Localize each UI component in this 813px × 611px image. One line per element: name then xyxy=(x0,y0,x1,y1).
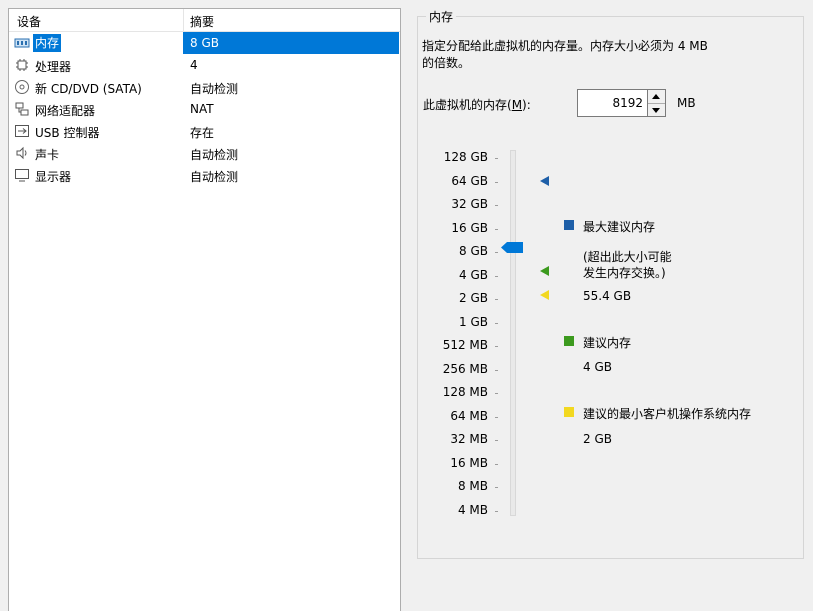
device-row-display[interactable]: 显示器 自动检测 xyxy=(9,164,400,186)
scale-tick xyxy=(495,487,498,489)
device-summary: 自动检测 xyxy=(190,148,239,162)
scale-label: 512 MB xyxy=(442,338,488,353)
memory-slider-thumb[interactable] xyxy=(501,242,523,253)
recommended-legend-icon xyxy=(564,336,574,346)
device-name: 显示器 xyxy=(35,170,72,184)
max-recommended-note-line1: (超出此大小可能 xyxy=(583,250,672,264)
scale-label: 128 GB xyxy=(443,150,488,164)
memory-description-line2: 的倍数。 xyxy=(422,56,471,70)
scale-tick xyxy=(495,416,498,418)
max-recommended-legend-icon xyxy=(564,220,574,230)
device-summary: 4 xyxy=(190,58,198,72)
scale-tick xyxy=(495,322,498,324)
device-summary: 自动检测 xyxy=(190,82,239,96)
device-row-memory[interactable]: 内存 8 GB xyxy=(9,32,400,54)
arrow-up-icon xyxy=(652,94,660,99)
scale-tick xyxy=(495,181,498,183)
max-recommended-marker-icon xyxy=(540,176,549,186)
memory-group-title: 内存 xyxy=(426,8,457,25)
arrow-down-icon xyxy=(652,108,660,113)
scale-label: 4 GB xyxy=(459,267,488,282)
scale-label: 1 GB xyxy=(459,314,488,329)
device-name: 新 CD/DVD (SATA) xyxy=(35,82,142,96)
memory-slider-track[interactable] xyxy=(510,150,516,516)
device-summary: NAT xyxy=(190,102,214,116)
scale-tick xyxy=(495,510,498,512)
network-adapter-icon xyxy=(15,102,29,116)
scale-tick xyxy=(495,440,498,442)
scale-tick xyxy=(495,346,498,348)
scale-label: 16 GB xyxy=(451,220,488,235)
scale-label: 32 GB xyxy=(451,197,488,212)
memory-icon xyxy=(14,38,30,48)
spin-up-button[interactable] xyxy=(648,90,665,104)
scale-label: 128 MB xyxy=(442,385,488,400)
scale-tick xyxy=(495,228,498,230)
scale-tick xyxy=(495,299,498,301)
device-name: 内存 xyxy=(33,34,62,52)
device-name: 处理器 xyxy=(35,60,72,74)
device-name: 声卡 xyxy=(35,148,60,162)
device-row-network-adapter[interactable]: 网络适配器 NAT xyxy=(9,98,400,120)
memory-size-label: 此虚拟机的内存(M): xyxy=(423,96,531,113)
sound-card-icon xyxy=(16,146,27,160)
memory-size-input[interactable]: 8192 xyxy=(577,89,648,117)
max-recommended-value: 55.4 GB xyxy=(583,289,632,303)
memory-label-prefix: 此虚拟机的内存( xyxy=(423,98,512,112)
minimum-legend-icon xyxy=(564,407,574,417)
scale-tick xyxy=(495,369,498,371)
max-recommended-note-line2: 发生内存交换。) xyxy=(583,266,666,280)
usb-controller-icon xyxy=(15,125,29,137)
scale-label: 4 MB xyxy=(457,502,488,517)
memory-label-accelerator: M xyxy=(511,98,523,112)
memory-label-suffix: ): xyxy=(522,98,531,112)
memory-spin-buttons xyxy=(648,89,666,117)
scale-tick xyxy=(495,205,498,207)
recommended-marker-icon xyxy=(540,266,549,276)
scale-label: 16 MB xyxy=(450,455,488,470)
device-row-processor[interactable]: 处理器 4 xyxy=(9,54,400,76)
scale-label: 256 MB xyxy=(442,361,488,376)
scale-tick xyxy=(495,463,498,465)
max-recommended-title: 最大建议内存 xyxy=(583,220,656,234)
column-header-summary[interactable]: 摘要 xyxy=(190,13,214,30)
memory-description: 指定分配给此虚拟机的内存量。内存大小必须为 4 MB 的倍数。 xyxy=(422,38,802,72)
recommended-title: 建议内存 xyxy=(583,336,632,350)
column-header-device[interactable]: 设备 xyxy=(17,13,41,30)
device-summary: 8 GB xyxy=(190,36,219,50)
device-summary: 自动检测 xyxy=(190,170,239,184)
spin-down-button[interactable] xyxy=(648,104,665,117)
device-list[interactable]: 设备 摘要 内存 8 GB 处理器 4 新 CD/DVD (SATA) 自动检测 xyxy=(8,8,401,611)
device-name: USB 控制器 xyxy=(35,126,100,140)
processor-icon xyxy=(16,59,28,71)
device-row-usb-controller[interactable]: USB 控制器 存在 xyxy=(9,120,400,142)
scale-tick xyxy=(495,252,498,254)
scale-tick xyxy=(495,158,498,159)
scale-label: 32 MB xyxy=(450,432,488,447)
minimum-title: 建议的最小客户机操作系统内存 xyxy=(583,407,752,421)
column-separator[interactable] xyxy=(183,9,184,31)
recommended-value: 4 GB xyxy=(583,360,612,374)
device-row-cd-dvd[interactable]: 新 CD/DVD (SATA) 自动检测 xyxy=(9,76,400,98)
device-list-header: 设备 摘要 xyxy=(9,9,400,32)
scale-tick xyxy=(495,275,498,277)
scale-label: 64 GB xyxy=(451,173,488,188)
minimum-marker-icon xyxy=(540,290,549,300)
scale-label: 2 GB xyxy=(459,291,488,306)
device-row-sound-card[interactable]: 声卡 自动检测 xyxy=(9,142,400,164)
display-icon xyxy=(15,169,29,182)
scale-tick xyxy=(495,393,498,395)
scale-label: 64 MB xyxy=(450,408,488,423)
cd-dvd-icon xyxy=(15,80,29,94)
memory-description-line1: 指定分配给此虚拟机的内存量。内存大小必须为 4 MB xyxy=(422,39,708,53)
memory-unit-label: MB xyxy=(677,96,696,110)
scale-label: 8 MB xyxy=(457,479,488,494)
device-summary: 存在 xyxy=(190,126,215,140)
device-name: 网络适配器 xyxy=(35,104,96,118)
minimum-value: 2 GB xyxy=(583,432,612,446)
scale-label: 8 GB xyxy=(459,244,488,259)
